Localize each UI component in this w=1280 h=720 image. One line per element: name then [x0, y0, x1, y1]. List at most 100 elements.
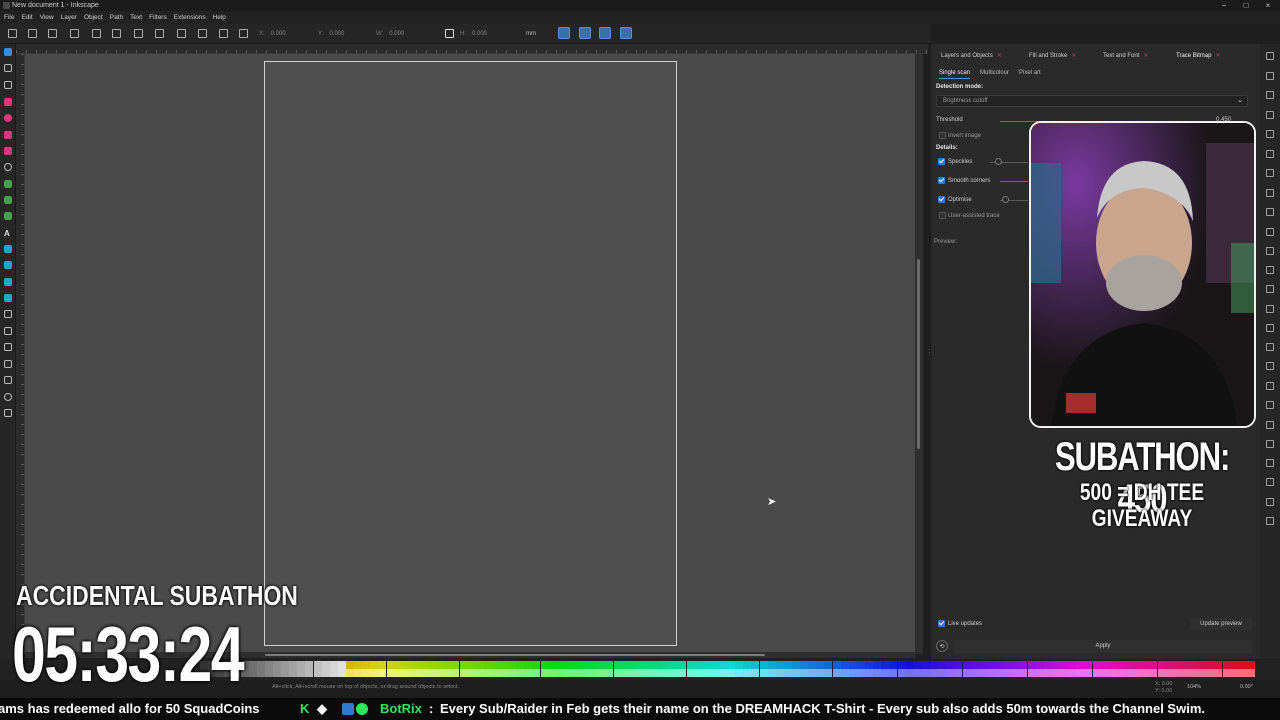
- palette-swatch[interactable]: [905, 661, 914, 669]
- connector-tool-icon[interactable]: [4, 343, 12, 351]
- palette-swatch[interactable]: [832, 661, 841, 669]
- palette-swatch[interactable]: [1198, 661, 1207, 669]
- maximize-button[interactable]: □: [1235, 0, 1257, 11]
- vertical-scrollbar-thumb[interactable]: [917, 259, 920, 449]
- zoom-fit-icon[interactable]: [1266, 305, 1274, 313]
- text-tool-icon[interactable]: A: [4, 229, 12, 238]
- palette-swatch[interactable]: [800, 669, 809, 677]
- duplicate-icon[interactable]: [1266, 324, 1274, 332]
- palette-swatch[interactable]: [613, 669, 622, 677]
- tab-text-and-font[interactable]: Text and Font ✕: [1103, 52, 1148, 59]
- palette-swatch[interactable]: [1222, 661, 1231, 669]
- mesh-tool-icon[interactable]: [4, 261, 12, 269]
- palette-swatch[interactable]: [621, 661, 630, 669]
- xml-editor-icon[interactable]: [1266, 498, 1274, 506]
- palette-swatch[interactable]: [840, 661, 849, 669]
- palette-swatch[interactable]: [281, 661, 290, 669]
- palette-swatch[interactable]: [954, 669, 963, 677]
- palette-swatch[interactable]: [475, 661, 484, 669]
- palette-swatch[interactable]: [759, 669, 768, 677]
- palette-swatch[interactable]: [1222, 669, 1231, 677]
- palette-swatch[interactable]: [986, 669, 995, 677]
- palette-swatch[interactable]: [735, 669, 744, 677]
- raise-icon[interactable]: [177, 29, 186, 38]
- palette-swatch[interactable]: [370, 669, 379, 677]
- palette-swatch[interactable]: [556, 661, 565, 669]
- horizontal-scrollbar-thumb[interactable]: [265, 654, 765, 656]
- optimise-slider-knob[interactable]: [1002, 196, 1009, 203]
- palette-swatch[interactable]: [297, 669, 306, 677]
- layers-icon[interactable]: [1266, 459, 1274, 467]
- palette-swatch[interactable]: [889, 661, 898, 669]
- palette-swatch[interactable]: [1116, 661, 1125, 669]
- document-page[interactable]: [264, 61, 677, 646]
- save-icon[interactable]: [1266, 91, 1274, 99]
- move-gradients-toggle[interactable]: [599, 27, 611, 39]
- zoom-field[interactable]: 104%: [1187, 684, 1201, 690]
- palette-swatch[interactable]: [1100, 661, 1109, 669]
- palette-swatch[interactable]: [1165, 669, 1174, 677]
- export-icon[interactable]: [1266, 150, 1274, 158]
- palette-swatch[interactable]: [435, 669, 444, 677]
- palette-swatch[interactable]: [751, 669, 760, 677]
- scale-corners-toggle[interactable]: [579, 27, 591, 39]
- palette-swatch[interactable]: [1035, 669, 1044, 677]
- palette-swatch[interactable]: [386, 669, 395, 677]
- spray-tool-icon[interactable]: [4, 327, 12, 335]
- palette-swatch[interactable]: [629, 661, 638, 669]
- smooth-corners-slider[interactable]: [1000, 181, 1028, 182]
- palette-swatch[interactable]: [394, 669, 403, 677]
- move-patterns-toggle[interactable]: [620, 27, 632, 39]
- optimise-checkbox[interactable]: [938, 196, 945, 203]
- palette-swatch[interactable]: [516, 669, 525, 677]
- palette-swatch[interactable]: [581, 669, 590, 677]
- palette-swatch[interactable]: [605, 669, 614, 677]
- text-font-icon[interactable]: [1266, 440, 1274, 448]
- palette-swatch[interactable]: [337, 669, 346, 677]
- palette-swatch[interactable]: [564, 669, 573, 677]
- menu-edit[interactable]: Edit: [21, 14, 32, 21]
- palette-swatch[interactable]: [1246, 669, 1255, 677]
- selector-tool-icon[interactable]: [4, 48, 12, 56]
- palette-swatch[interactable]: [589, 669, 598, 677]
- palette-swatch[interactable]: [564, 661, 573, 669]
- palette-swatch[interactable]: [354, 661, 363, 669]
- palette-swatch[interactable]: [743, 669, 752, 677]
- palette-swatch[interactable]: [613, 661, 622, 669]
- palette-swatch[interactable]: [248, 661, 257, 669]
- close-tab-icon[interactable]: ✕: [1143, 53, 1148, 59]
- spiral-tool-icon[interactable]: [4, 163, 12, 171]
- palette-swatch[interactable]: [735, 661, 744, 669]
- close-tab-icon[interactable]: ✕: [1215, 53, 1220, 59]
- close-button[interactable]: ×: [1257, 0, 1279, 11]
- palette-swatch[interactable]: [889, 669, 898, 677]
- menu-path[interactable]: Path: [110, 14, 123, 21]
- close-tab-icon[interactable]: ✕: [1071, 53, 1076, 59]
- palette-swatch[interactable]: [524, 661, 533, 669]
- palette-swatch[interactable]: [451, 661, 460, 669]
- smooth-corners-checkbox[interactable]: [938, 177, 945, 184]
- apply-button[interactable]: Apply: [954, 640, 1252, 653]
- palette-swatch[interactable]: [1092, 661, 1101, 669]
- palette-swatch[interactable]: [938, 661, 947, 669]
- palette-swatch[interactable]: [370, 661, 379, 669]
- vertical-scrollbar[interactable]: [915, 54, 923, 654]
- palette-swatch[interactable]: [508, 661, 517, 669]
- palette-swatch[interactable]: [556, 669, 565, 677]
- palette-swatch[interactable]: [1027, 669, 1036, 677]
- palette-swatch[interactable]: [1060, 661, 1068, 669]
- palette-swatch[interactable]: [321, 661, 330, 669]
- palette-swatch[interactable]: [1133, 669, 1142, 677]
- palette-swatch[interactable]: [443, 661, 452, 669]
- lpe-tool-icon[interactable]: [4, 409, 12, 417]
- palette-swatch[interactable]: [824, 661, 833, 669]
- palette-swatch[interactable]: [1068, 669, 1077, 677]
- palette-swatch[interactable]: [1190, 669, 1198, 677]
- palette-swatch[interactable]: [637, 669, 646, 677]
- vertical-ruler[interactable]: [16, 54, 25, 654]
- palette-swatch[interactable]: [654, 661, 663, 669]
- undo-icon[interactable]: [1266, 169, 1274, 177]
- palette-swatch[interactable]: [459, 661, 468, 669]
- palette-swatch[interactable]: [354, 669, 363, 677]
- scale-stroke-toggle[interactable]: [558, 27, 570, 39]
